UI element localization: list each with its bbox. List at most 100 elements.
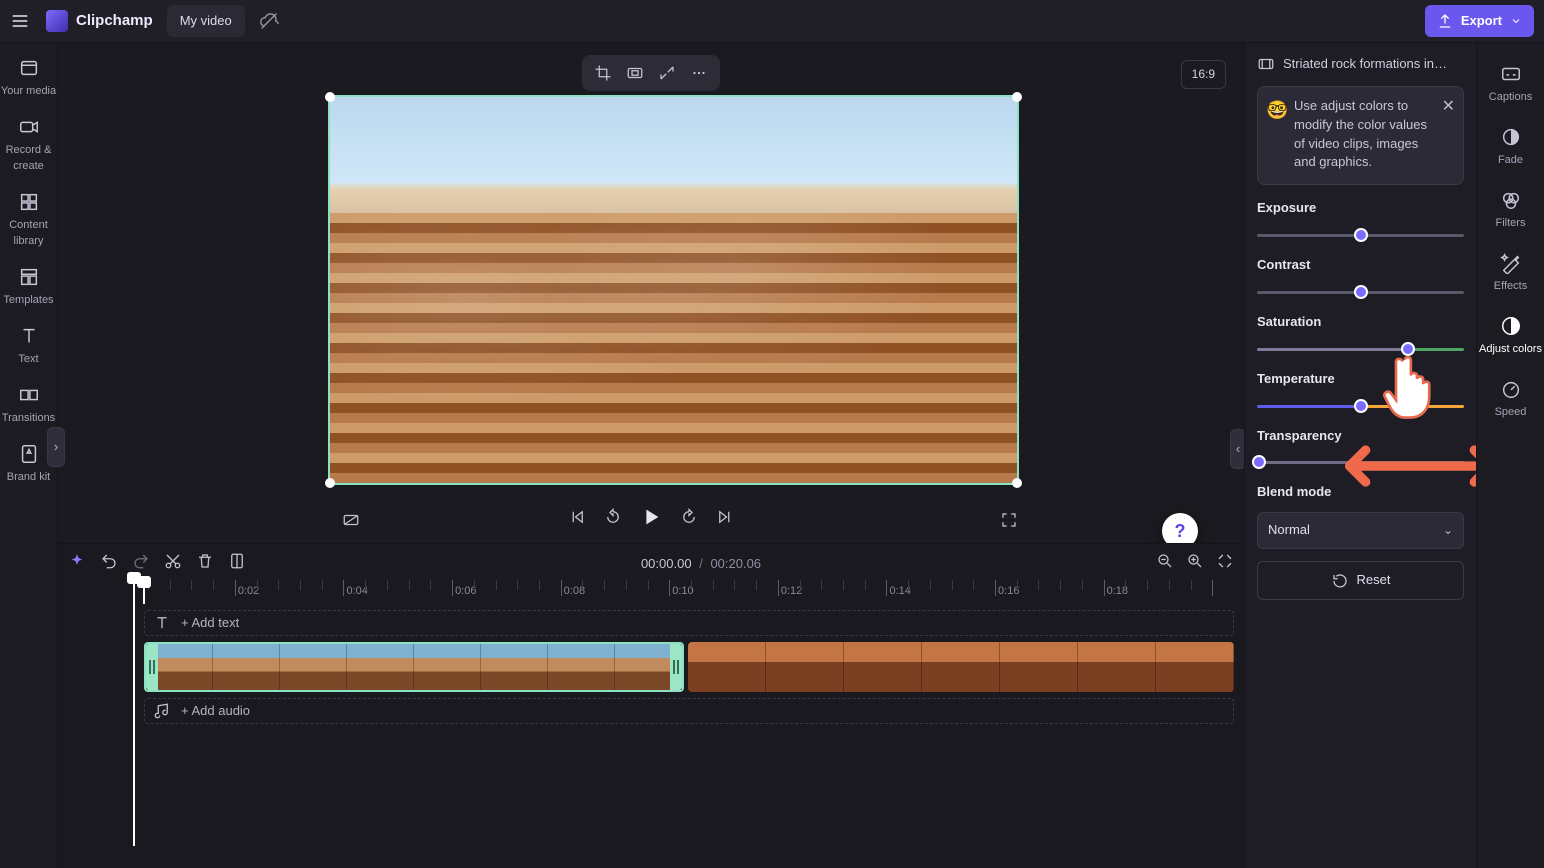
contrast-slider: Contrast (1257, 256, 1464, 299)
cloud-sync-icon[interactable] (259, 11, 279, 31)
time-current: 00:00.00 (641, 556, 692, 571)
right-item-captions[interactable]: Captions (1477, 53, 1544, 116)
resize-handle[interactable] (325, 478, 335, 488)
cut-button[interactable] (164, 552, 182, 576)
upload-icon (1437, 13, 1453, 29)
slider-label: Exposure (1257, 199, 1464, 218)
slider-track[interactable] (1257, 228, 1464, 242)
right-item-fade[interactable]: Fade (1477, 116, 1544, 179)
top-bar: Clipchamp My video Export (0, 0, 1544, 43)
toggle-safe-zone-button[interactable] (342, 511, 360, 535)
clip-handle-right[interactable] (670, 644, 682, 690)
right-item-label: Fade (1498, 153, 1523, 169)
text-track-add[interactable]: + Add text (144, 610, 1234, 636)
right-item-label: Filters (1496, 216, 1526, 232)
right-sidebar: Captions Fade Filters Effects Adjust col… (1476, 43, 1544, 868)
left-sidebar: Your media Record & create Content libra… (0, 43, 58, 868)
video-preview[interactable] (328, 95, 1019, 485)
aspect-ratio-button[interactable]: 16:9 (1181, 60, 1226, 89)
sidebar-item-label: Brand kit (7, 470, 50, 486)
right-item-label: Speed (1495, 405, 1527, 421)
forward-button[interactable] (680, 508, 698, 532)
blend-mode-value: Normal (1268, 521, 1310, 540)
playhead[interactable] (143, 580, 145, 604)
video-clip-selected[interactable] (144, 642, 684, 692)
timeline-tools (68, 552, 246, 576)
hint-close-button[interactable]: ✕ (1442, 95, 1455, 118)
split-button[interactable] (228, 552, 246, 576)
play-button[interactable] (640, 506, 662, 534)
export-button[interactable]: Export (1425, 5, 1534, 38)
right-item-label: Adjust colors (1479, 342, 1542, 358)
slider-knob[interactable] (1354, 285, 1368, 299)
sidebar-item-text[interactable]: Text (0, 317, 57, 376)
sidebar-item-your-media[interactable]: Your media (0, 49, 57, 108)
effects-icon (1500, 252, 1522, 274)
blend-mode: Blend mode Normal ⌄ (1257, 483, 1464, 549)
delete-button[interactable] (196, 552, 214, 576)
right-item-speed[interactable]: Speed (1477, 368, 1544, 431)
slider-knob[interactable] (1354, 228, 1368, 242)
properties-panel: Striated rock formations in cany… 🤓 Use … (1244, 43, 1476, 868)
resize-handle[interactable] (1012, 92, 1022, 102)
right-item-filters[interactable]: Filters (1477, 179, 1544, 242)
speed-icon (1500, 378, 1522, 400)
resize-handle[interactable] (325, 92, 335, 102)
zoom-in-button[interactable] (1186, 552, 1204, 576)
templates-icon (18, 266, 40, 288)
hint-text: Use adjust colors to modify the color va… (1294, 98, 1427, 170)
time-total: 00:20.06 (710, 556, 761, 571)
reset-icon (1331, 572, 1349, 590)
menu-button[interactable] (0, 1, 40, 41)
chevron-down-icon: ⌄ (1443, 522, 1453, 539)
skip-end-button[interactable] (716, 508, 734, 532)
add-text-label: + Add text (181, 614, 239, 633)
captions-icon (1500, 63, 1522, 85)
sidebar-item-label: Transitions (2, 411, 55, 427)
fit-button[interactable] (624, 62, 646, 84)
resize-handle[interactable] (1012, 478, 1022, 488)
slider-knob[interactable] (1354, 399, 1368, 413)
brandkit-icon (18, 443, 40, 465)
more-button[interactable] (688, 62, 710, 84)
preview-image-rocks (330, 213, 1017, 483)
zoom-out-button[interactable] (1156, 552, 1174, 576)
sidebar-item-label: Templates (3, 293, 53, 309)
blend-mode-select[interactable]: Normal ⌄ (1257, 512, 1464, 549)
sidebar-item-transitions[interactable]: Transitions (0, 376, 57, 435)
pip-button[interactable] (656, 62, 678, 84)
brand-logo-icon (46, 10, 68, 32)
sidebar-item-templates[interactable]: Templates (0, 258, 57, 317)
text-icon (18, 325, 40, 347)
saturation-slider: Saturation (1257, 313, 1464, 356)
rewind-button[interactable] (604, 508, 622, 532)
audio-track-add[interactable]: + Add audio (144, 698, 1234, 724)
filters-icon (1500, 189, 1522, 211)
right-item-adjust-colors[interactable]: Adjust colors (1477, 305, 1544, 368)
timeline-ruler[interactable]: 0:020:040:060:080:100:120:140:160:18 (68, 580, 1234, 604)
hamburger-icon (10, 11, 30, 31)
timeline: 00:00.00 / 00:20.06 0:020:040:060:080:10… (58, 543, 1244, 868)
reset-button[interactable]: Reset (1257, 561, 1464, 600)
fullscreen-button[interactable] (1000, 511, 1018, 535)
fit-to-screen-button[interactable] (1216, 552, 1234, 576)
add-audio-label: + Add audio (181, 702, 250, 721)
sidebar-item-record[interactable]: Record & create (0, 108, 57, 183)
ai-button[interactable] (68, 552, 86, 576)
slider-track[interactable] (1257, 285, 1464, 299)
right-item-effects[interactable]: Effects (1477, 242, 1544, 305)
skip-start-button[interactable] (568, 508, 586, 532)
right-item-label: Effects (1494, 279, 1527, 295)
slider-knob[interactable] (1252, 455, 1266, 469)
cursor-hand-icon (1382, 351, 1438, 421)
undo-button[interactable] (100, 552, 118, 576)
sidebar-item-library[interactable]: Content library (0, 183, 57, 258)
clip-handle-left[interactable] (146, 644, 158, 690)
video-clip[interactable] (688, 642, 1234, 692)
clip-icon (1257, 55, 1275, 73)
playhead-line[interactable] (133, 576, 135, 846)
brand: Clipchamp (46, 10, 153, 32)
crop-button[interactable] (592, 62, 614, 84)
project-name[interactable]: My video (167, 5, 245, 38)
fade-icon (1500, 126, 1522, 148)
